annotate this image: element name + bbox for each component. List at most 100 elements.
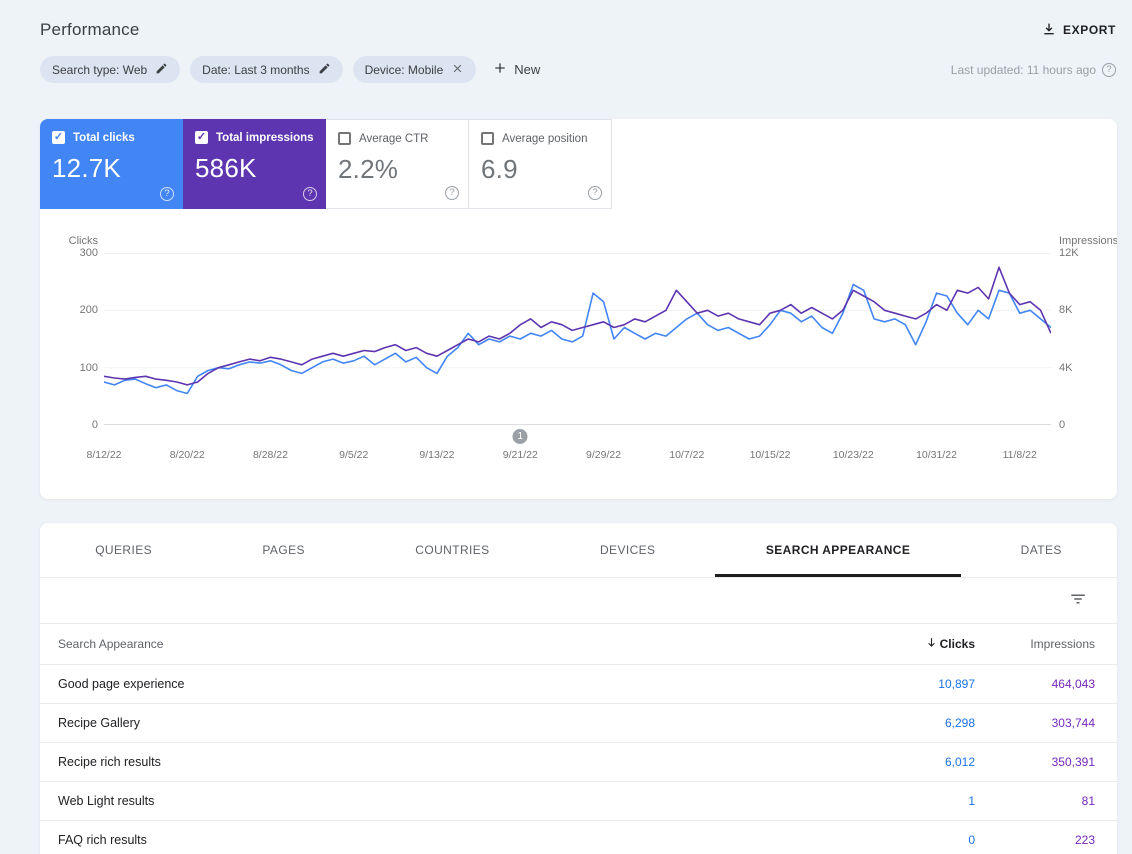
row-dimension: Good page experience: [58, 677, 185, 691]
tab-label: DEVICES: [599, 543, 656, 557]
x-axis-tick: 10/15/22: [749, 449, 791, 461]
metric-card-total-impressions[interactable]: ✓ Total impressions 586K ?: [183, 119, 326, 209]
sort-desc-icon: [925, 636, 938, 652]
table-row[interactable]: FAQ rich results 0 223: [40, 821, 1117, 854]
row-clicks: 0: [968, 833, 975, 847]
filter-chip-search-type[interactable]: Search type: Web: [40, 56, 181, 83]
x-axis-tick: 10/23/22: [832, 449, 874, 461]
row-dimension: FAQ rich results: [58, 833, 147, 847]
tab-dates[interactable]: DATES: [965, 523, 1117, 577]
top-bar: Performance EXPORT: [0, 0, 1132, 46]
new-label: New: [514, 62, 541, 77]
tab-search-appearance[interactable]: SEARCH APPEARANCE: [711, 523, 966, 577]
tab-devices[interactable]: DEVICES: [545, 523, 711, 577]
metric-label: Total impressions: [216, 131, 314, 144]
metric-card-average-position[interactable]: ✓ Average position 6.9 ?: [469, 119, 612, 209]
table-toolbar: [40, 578, 1117, 624]
clicks-line: [104, 285, 1051, 394]
x-axis-tick: 8/20/22: [169, 449, 205, 461]
filter-bar: Search type: Web Date: Last 3 months Dev…: [0, 46, 1132, 83]
y-tick-right: 4K: [1059, 362, 1073, 374]
last-updated: Last updated: 11 hours ago ?: [951, 62, 1116, 77]
y-tick-left: 100: [79, 362, 98, 374]
annotation-marker[interactable]: 1: [512, 429, 528, 444]
row-clicks: 6,012: [944, 755, 975, 769]
row-impressions: 350,391: [1051, 755, 1095, 769]
performance-chart-panel: ✓ Total clicks 12.7K ? ✓ Total impressio…: [40, 119, 1117, 499]
table-row[interactable]: Web Light results 1 81: [40, 782, 1117, 821]
chart-plot-area: [104, 253, 1051, 425]
column-header-dimension[interactable]: Search Appearance: [58, 637, 825, 651]
close-icon[interactable]: [451, 62, 464, 78]
x-axis-tick: 8/12/22: [86, 449, 122, 461]
export-button[interactable]: EXPORT: [1041, 21, 1116, 40]
filter-list-icon: [1069, 590, 1087, 611]
table-row[interactable]: Good page experience 10,897 464,043: [40, 665, 1117, 704]
line-chart: [104, 253, 1051, 425]
tab-label: SEARCH APPEARANCE: [765, 543, 911, 557]
y-tick-left: 300: [79, 247, 98, 259]
table-row[interactable]: Recipe Gallery 6,298 303,744: [40, 704, 1117, 743]
row-impressions: 81: [1081, 794, 1095, 808]
checkbox-total-clicks[interactable]: ✓: [52, 131, 65, 144]
chip-label: Date: Last 3 months: [202, 62, 310, 77]
metric-label: Average position: [502, 132, 588, 145]
row-clicks: 6,298: [944, 716, 975, 730]
left-axis-title: Clicks: [68, 235, 98, 247]
tab-label: DATES: [1020, 543, 1062, 557]
x-axis-tick: 10/7/22: [669, 449, 705, 461]
tab-pages[interactable]: PAGES: [207, 523, 360, 577]
checkbox-average-ctr[interactable]: ✓: [338, 132, 351, 145]
help-icon[interactable]: ?: [1102, 62, 1116, 77]
metric-value: 12.7K: [52, 153, 121, 183]
edit-pencil-icon: [155, 62, 168, 78]
row-clicks: 1: [968, 794, 975, 808]
dimensions-panel: QUERIES PAGES COUNTRIES DEVICES SEARCH APPEA…: [40, 523, 1117, 854]
x-axis-tick: 9/13/22: [419, 449, 455, 461]
tab-label: COUNTRIES: [415, 543, 490, 557]
x-axis-tick: 9/21/22: [502, 449, 538, 461]
page-title: Performance: [40, 20, 140, 39]
x-axis-tick: 9/5/22: [339, 449, 369, 461]
download-icon: [1041, 21, 1057, 40]
new-filter-button[interactable]: New: [492, 60, 540, 79]
edit-pencil-icon: [318, 62, 331, 78]
tabs: QUERIES PAGES COUNTRIES DEVICES SEARCH APPEA…: [40, 523, 1117, 578]
filter-list-button[interactable]: [1069, 590, 1087, 611]
export-label: EXPORT: [1063, 23, 1116, 37]
tab-label: QUERIES: [95, 543, 153, 557]
metric-value: 2.2%: [338, 154, 399, 184]
help-icon[interactable]: ?: [588, 186, 602, 200]
help-icon[interactable]: ?: [303, 187, 317, 201]
metric-value: 586K: [195, 153, 257, 183]
y-tick-left: 0: [91, 419, 98, 431]
y-tick-right: 8K: [1059, 304, 1073, 316]
x-axis-tick: 8/28/22: [252, 449, 288, 461]
help-icon[interactable]: ?: [160, 187, 174, 201]
plus-icon: [492, 60, 508, 79]
chip-label: Device: Mobile: [364, 62, 444, 77]
column-header-impressions[interactable]: Impressions: [975, 637, 1095, 651]
x-axis-tick: 9/29/22: [586, 449, 622, 461]
filter-chip-date[interactable]: Date: Last 3 months: [190, 56, 343, 83]
tab-queries[interactable]: QUERIES: [40, 523, 207, 577]
checkbox-average-position[interactable]: ✓: [481, 132, 494, 145]
row-impressions: 223: [1074, 833, 1095, 847]
row-clicks: 10,897: [938, 677, 975, 691]
metric-label: Total clicks: [73, 131, 135, 144]
row-dimension: Recipe rich results: [58, 755, 161, 769]
metric-label: Average CTR: [359, 132, 429, 145]
help-icon[interactable]: ?: [445, 186, 459, 200]
metric-card-average-ctr[interactable]: ✓ Average CTR 2.2% ?: [326, 119, 469, 209]
y-tick-right: 12K: [1059, 247, 1079, 259]
tab-countries[interactable]: COUNTRIES: [360, 523, 545, 577]
column-header-clicks[interactable]: Clicks: [825, 636, 975, 652]
row-impressions: 464,043: [1051, 677, 1095, 691]
row-impressions: 303,744: [1051, 716, 1095, 730]
metric-card-total-clicks[interactable]: ✓ Total clicks 12.7K ?: [40, 119, 183, 209]
checkbox-total-impressions[interactable]: ✓: [195, 131, 208, 144]
y-tick-left: 200: [79, 304, 98, 316]
table-row[interactable]: Recipe rich results 6,012 350,391: [40, 743, 1117, 782]
filter-chip-device[interactable]: Device: Mobile: [352, 56, 477, 83]
row-dimension: Web Light results: [58, 794, 155, 808]
